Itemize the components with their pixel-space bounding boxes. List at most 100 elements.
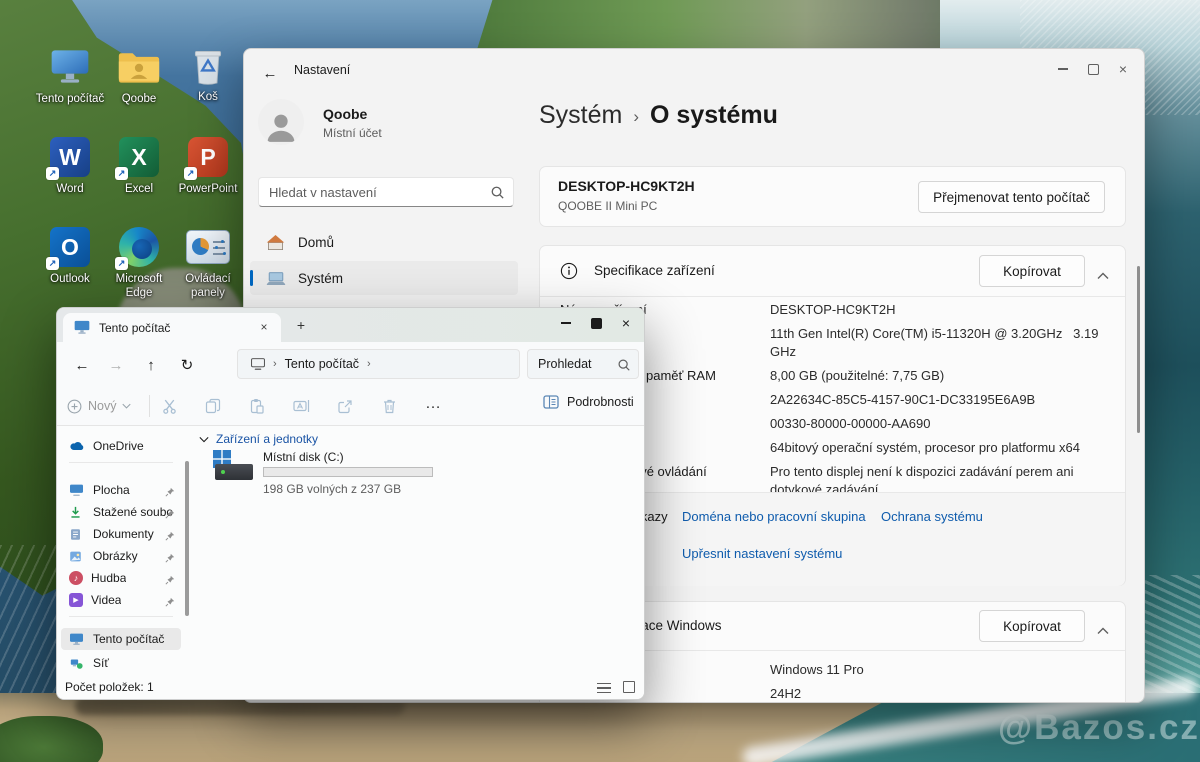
sidebar-item-this-pc[interactable]: Tento počítač bbox=[61, 628, 181, 650]
chevron-down-icon bbox=[122, 403, 131, 409]
explorer-status-bar: Počet položek: 1 bbox=[57, 676, 644, 699]
desktop-icon-label: Microsoft Edge bbox=[101, 272, 177, 300]
desktop-icon-label: Excel bbox=[101, 182, 177, 196]
desktop-icon-excel[interactable]: X ↗ Excel bbox=[101, 136, 177, 196]
video-icon: ▶ bbox=[69, 593, 83, 607]
delete-icon[interactable] bbox=[379, 396, 399, 416]
desktop-icon-powerpoint[interactable]: P ↗ PowerPoint bbox=[170, 136, 246, 196]
copy-button[interactable]: Kopírovat bbox=[979, 255, 1085, 287]
domain-workgroup-link[interactable]: Doména nebo pracovní skupina bbox=[682, 509, 866, 524]
address-bar[interactable]: › Tento počítač › bbox=[237, 349, 520, 379]
more-options-button[interactable]: … bbox=[421, 392, 445, 416]
device-name-card: DESKTOP-HC9KT2H QOOBE II Mini PC Přejmen… bbox=[539, 166, 1126, 227]
copy-icon[interactable] bbox=[203, 396, 223, 416]
wallpaper-bush bbox=[0, 716, 103, 762]
explorer-tab-bar[interactable]: Tento počítač × + × bbox=[57, 308, 644, 342]
bazos-watermark: @Bazos.cz bbox=[998, 708, 1200, 748]
rename-icon[interactable] bbox=[291, 396, 311, 416]
back-button[interactable]: ← bbox=[256, 60, 284, 86]
device-specs-header[interactable]: Specifikace zařízení Kopírovat bbox=[540, 246, 1125, 296]
chevron-up-icon[interactable] bbox=[1097, 622, 1109, 640]
sidebar-item-label: Systém bbox=[298, 271, 343, 286]
close-button[interactable]: × bbox=[611, 311, 641, 335]
sidebar-item-network[interactable]: Síť bbox=[61, 652, 181, 674]
drive-usage-bar bbox=[263, 467, 433, 477]
sidebar-item-desktop[interactable]: Plocha bbox=[61, 479, 181, 501]
tab-close-icon[interactable]: × bbox=[256, 319, 272, 335]
desktop-icon-edge[interactable]: ↗ Microsoft Edge bbox=[101, 226, 177, 300]
explorer-search-box[interactable] bbox=[527, 349, 639, 379]
refresh-button[interactable]: ↻ bbox=[174, 353, 200, 377]
pin-icon bbox=[165, 528, 175, 546]
shortcut-arrow-icon: ↗ bbox=[46, 257, 59, 270]
sidebar-item-videos[interactable]: ▶ Videa bbox=[61, 589, 181, 611]
this-pc-icon bbox=[48, 46, 92, 88]
group-header[interactable]: Zařízení a jednotky bbox=[199, 432, 318, 446]
copy-button[interactable]: Kopírovat bbox=[979, 610, 1085, 642]
paste-icon[interactable] bbox=[247, 396, 267, 416]
minimize-button[interactable] bbox=[1048, 57, 1078, 81]
sidebar-item-system[interactable]: Systém bbox=[250, 261, 518, 295]
breadcrumb-parent[interactable]: Systém bbox=[539, 101, 622, 130]
desktop-folder-icon bbox=[69, 484, 85, 497]
system-protection-link[interactable]: Ochrana systému bbox=[881, 509, 983, 524]
close-button[interactable]: × bbox=[1108, 57, 1138, 81]
edge-icon: ↗ bbox=[117, 226, 161, 268]
this-pc-icon bbox=[251, 358, 265, 371]
up-button[interactable]: ↑ bbox=[138, 353, 164, 377]
advanced-system-settings-link[interactable]: Upřesnit nastavení systému bbox=[682, 546, 842, 561]
sidebar-item-home[interactable]: Domů bbox=[250, 225, 518, 259]
chevron-up-icon[interactable] bbox=[1097, 267, 1109, 285]
settings-search-input[interactable] bbox=[269, 179, 484, 205]
explorer-tab[interactable]: Tento počítač × bbox=[63, 313, 281, 342]
drive-name: Místní disk (C:) bbox=[263, 450, 344, 464]
word-icon: W ↗ bbox=[48, 136, 92, 178]
desktop-icon-word[interactable]: W ↗ Word bbox=[32, 136, 108, 196]
user-avatar[interactable] bbox=[258, 99, 304, 145]
desktop-icon-qoobe[interactable]: Qoobe bbox=[101, 46, 177, 106]
powerpoint-icon: P ↗ bbox=[186, 136, 230, 178]
sidebar-scrollbar[interactable] bbox=[185, 461, 189, 616]
onedrive-cloud-icon bbox=[69, 440, 85, 452]
sidebar-item-music[interactable]: ♪ Hudba bbox=[61, 567, 181, 589]
outlook-icon: O ↗ bbox=[48, 226, 92, 268]
desktop-icon-outlook[interactable]: O ↗ Outlook bbox=[32, 226, 108, 286]
shortcut-arrow-icon: ↗ bbox=[115, 257, 128, 270]
pin-icon bbox=[165, 484, 175, 502]
sidebar-item-pictures[interactable]: Obrázky bbox=[61, 545, 181, 567]
forward-button[interactable]: → bbox=[103, 353, 129, 377]
desktop-icon-this-pc[interactable]: Tento počítač bbox=[32, 46, 108, 106]
share-icon[interactable] bbox=[335, 396, 355, 416]
sidebar-item-onedrive[interactable]: OneDrive bbox=[61, 435, 181, 457]
address-crumb[interactable]: Tento počítač bbox=[285, 357, 359, 371]
explorer-search-input[interactable] bbox=[538, 352, 610, 376]
desktop-icon-recycle-bin[interactable]: Koš bbox=[170, 44, 246, 104]
user-folder-icon bbox=[117, 46, 161, 88]
maximize-button[interactable] bbox=[1078, 57, 1108, 81]
explorer-nav-bar: ← → ↑ ↻ › Tento počítač › bbox=[57, 342, 644, 386]
maximize-button[interactable] bbox=[581, 311, 611, 335]
chevron-right-icon: › bbox=[273, 358, 277, 370]
desktop-icon-control-panel[interactable]: Ovládací panely bbox=[170, 226, 246, 300]
divider bbox=[540, 296, 1125, 297]
rename-pc-button[interactable]: Přejmenovat tento počítač bbox=[918, 181, 1105, 213]
desktop-icon-label: Tento počítač bbox=[32, 92, 108, 106]
back-button[interactable]: ← bbox=[69, 353, 95, 377]
minimize-button[interactable] bbox=[551, 311, 581, 335]
cut-icon[interactable] bbox=[159, 396, 179, 416]
new-button[interactable]: Nový bbox=[67, 394, 131, 418]
desktop-icon-label: Ovládací panely bbox=[170, 272, 246, 300]
new-tab-button[interactable]: + bbox=[291, 315, 311, 335]
home-icon bbox=[266, 234, 286, 251]
settings-window-title: Nastavení bbox=[294, 63, 350, 77]
details-view-button[interactable]: Podrobnosti bbox=[543, 395, 634, 409]
sidebar-item-downloads[interactable]: Stažené soubo bbox=[61, 501, 181, 523]
settings-scrollbar[interactable] bbox=[1137, 266, 1140, 433]
large-icons-view-toggle-icon[interactable] bbox=[623, 681, 635, 693]
sidebar-item-label: Domů bbox=[298, 235, 334, 250]
network-icon bbox=[69, 657, 85, 670]
list-view-toggle-icon[interactable] bbox=[597, 683, 611, 693]
sidebar-item-documents[interactable]: Dokumenty bbox=[61, 523, 181, 545]
details-label: Podrobnosti bbox=[567, 395, 634, 409]
settings-search-box[interactable] bbox=[258, 177, 514, 207]
